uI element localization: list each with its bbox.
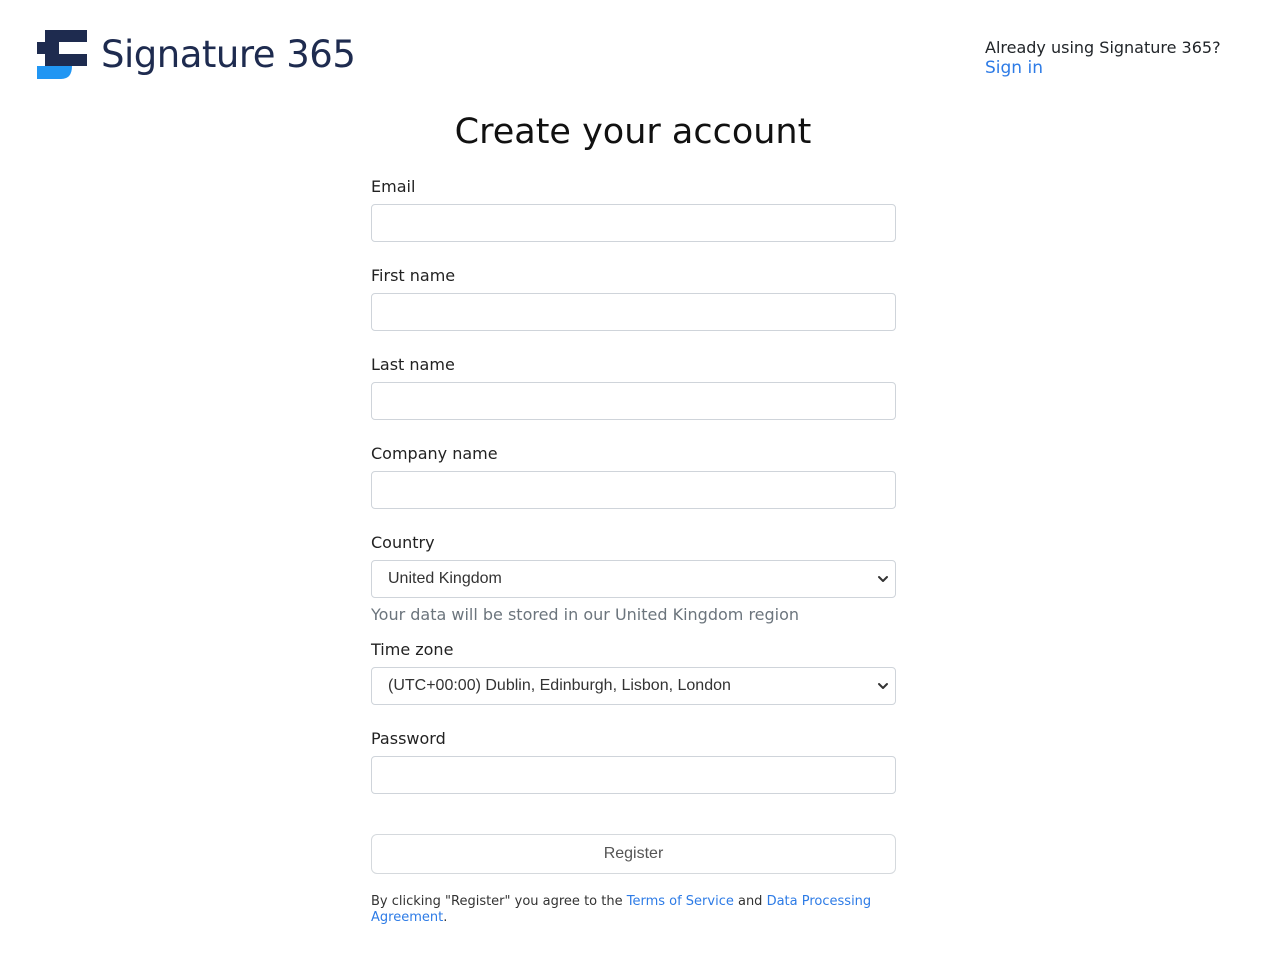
register-button[interactable]: Register xyxy=(371,834,896,874)
country-select[interactable]: United Kingdom xyxy=(371,560,896,598)
registration-form: Email First name Last name Company name … xyxy=(371,175,896,926)
brand-logo[interactable]: Signature 365 xyxy=(37,30,356,80)
terms-and: and xyxy=(733,894,767,909)
first-name-field-group: First name xyxy=(371,266,896,331)
chevron-down-icon xyxy=(878,576,888,582)
password-input[interactable] xyxy=(371,756,896,794)
email-input[interactable] xyxy=(371,204,896,242)
last-name-input[interactable] xyxy=(371,382,896,420)
country-selected-value: United Kingdom xyxy=(388,570,502,587)
terms-notice: By clicking "Register" you agree to the … xyxy=(371,894,896,926)
page-title: Create your account xyxy=(454,112,812,152)
country-field-group: Country United Kingdom Your data will be… xyxy=(371,533,896,625)
company-name-label: Company name xyxy=(371,444,498,463)
signin-prompt: Already using Signature 365? Sign in xyxy=(985,38,1221,78)
brand-name: Signature 365 xyxy=(101,33,356,76)
country-label: Country xyxy=(371,533,435,552)
timezone-select[interactable]: (UTC+00:00) Dublin, Edinburgh, Lisbon, L… xyxy=(371,667,896,705)
first-name-label: First name xyxy=(371,266,456,285)
already-using-text: Already using Signature 365? xyxy=(985,38,1221,57)
email-label: Email xyxy=(371,177,416,196)
timezone-label: Time zone xyxy=(371,640,454,659)
sign-in-link[interactable]: Sign in xyxy=(985,58,1043,78)
chevron-down-icon xyxy=(878,683,888,689)
terms-of-service-link[interactable]: Terms of Service xyxy=(627,894,734,909)
first-name-input[interactable] xyxy=(371,293,896,331)
terms-suffix: . xyxy=(443,910,448,925)
timezone-selected-value: (UTC+00:00) Dublin, Edinburgh, Lisbon, L… xyxy=(388,677,731,694)
company-field-group: Company name xyxy=(371,444,896,509)
country-helper-text: Your data will be stored in our United K… xyxy=(371,605,800,624)
terms-prefix: By clicking "Register" you agree to the xyxy=(371,894,627,909)
last-name-field-group: Last name xyxy=(371,355,896,420)
password-field-group: Password xyxy=(371,729,896,794)
last-name-label: Last name xyxy=(371,355,455,374)
signature365-logo-icon xyxy=(37,30,87,79)
email-field-group: Email xyxy=(371,177,896,242)
timezone-field-group: Time zone (UTC+00:00) Dublin, Edinburgh,… xyxy=(371,640,896,705)
company-name-input[interactable] xyxy=(371,471,896,509)
password-label: Password xyxy=(371,729,446,748)
